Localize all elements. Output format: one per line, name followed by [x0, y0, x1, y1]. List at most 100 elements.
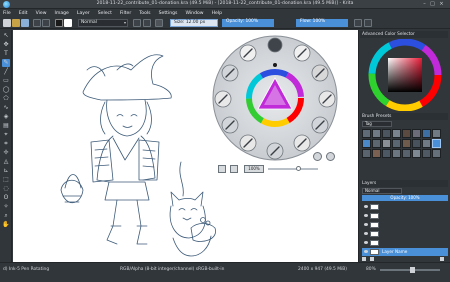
zoom-level-label[interactable]: 100%	[244, 165, 264, 173]
pan-tool-icon[interactable]: ✋	[2, 221, 10, 229]
opacity-slider[interactable]: Opacity: 100%	[222, 19, 274, 27]
magic-wand-tool-icon[interactable]: ✧	[2, 203, 10, 211]
layer-row[interactable]	[362, 203, 448, 211]
text-tool-icon[interactable]: T	[2, 50, 10, 58]
brush-preset[interactable]	[372, 149, 381, 158]
layer-row[interactable]	[362, 212, 448, 220]
menu-image[interactable]: Image	[55, 11, 69, 16]
brush-preset[interactable]	[422, 129, 431, 138]
rect-select-tool-icon[interactable]: ⬚	[2, 176, 10, 184]
redo-icon[interactable]	[42, 19, 50, 27]
ellipse-tool-icon[interactable]: ◯	[2, 86, 10, 94]
maximize-icon[interactable]: □	[430, 2, 435, 7]
eye-icon[interactable]	[364, 241, 368, 244]
menu-edit[interactable]: Edit	[19, 11, 28, 16]
flow-slider[interactable]: Flow: 100%	[296, 19, 348, 27]
brush-preset[interactable]	[382, 139, 391, 148]
advanced-color-selector[interactable]	[362, 39, 448, 111]
background-color-swatch[interactable]	[64, 19, 72, 27]
rotate-canvas-icon[interactable]	[218, 165, 226, 173]
delete-layer-icon[interactable]	[440, 257, 444, 261]
layer-row[interactable]	[362, 239, 448, 247]
brush-preset[interactable]	[362, 149, 371, 158]
layer-row[interactable]	[362, 230, 448, 238]
brush-preset[interactable]	[392, 129, 401, 138]
menu-file[interactable]: File	[3, 11, 11, 16]
brush-preset-thumbnail[interactable]	[155, 19, 163, 27]
select-tool-icon[interactable]: ↖	[2, 32, 10, 40]
foreground-color-swatch[interactable]	[55, 19, 63, 27]
menu-tools[interactable]: Tools	[139, 11, 150, 16]
brush-preset[interactable]	[392, 139, 401, 148]
mirror-vertical-icon[interactable]	[364, 19, 372, 27]
eraser-mode-icon[interactable]	[133, 19, 141, 27]
lasso-tool-icon[interactable]: ʘ	[2, 194, 10, 202]
transform-tool-icon[interactable]: ✥	[2, 41, 10, 49]
popup-palette[interactable]	[210, 33, 340, 163]
zoom-tool-icon[interactable]: ⌕	[2, 212, 10, 220]
preserve-alpha-icon[interactable]	[143, 19, 151, 27]
menu-filter[interactable]: Filter	[120, 11, 131, 16]
menu-settings[interactable]: Settings	[159, 11, 178, 16]
brush-preset[interactable]	[372, 129, 381, 138]
new-document-icon[interactable]	[3, 19, 11, 27]
layer-row[interactable]	[362, 221, 448, 229]
brush-preset[interactable]	[392, 149, 401, 158]
eye-icon[interactable]	[364, 214, 368, 217]
line-tool-icon[interactable]: ╱	[2, 68, 10, 76]
brush-preset[interactable]	[412, 129, 421, 138]
menu-window[interactable]: Window	[185, 11, 203, 16]
color-picker-tool-icon[interactable]: ⌖	[2, 131, 10, 139]
close-icon[interactable]: ×	[439, 2, 444, 7]
brush-preset[interactable]	[402, 149, 411, 158]
crop-tool-icon[interactable]: ⌗	[2, 140, 10, 148]
menu-select[interactable]: Select	[98, 11, 112, 16]
brush-preset[interactable]	[432, 149, 441, 158]
menu-help[interactable]: Help	[212, 11, 222, 16]
layer-opacity-slider[interactable]: Opacity: 100%	[362, 195, 448, 201]
brush-size-slider[interactable]: Size: 12.00 px	[170, 19, 218, 27]
save-document-icon[interactable]	[21, 19, 29, 27]
background-swatch-circle[interactable]	[326, 152, 335, 161]
assistant-tool-icon[interactable]: ◬	[2, 158, 10, 166]
brush-preset[interactable]	[412, 139, 421, 148]
ellipse-select-tool-icon[interactable]: ◌	[2, 185, 10, 193]
brush-preset[interactable]	[372, 139, 381, 148]
open-document-icon[interactable]	[12, 19, 20, 27]
brush-preset[interactable]	[362, 129, 371, 138]
zoom-slider-handle[interactable]	[296, 166, 301, 171]
eye-icon[interactable]	[364, 223, 368, 226]
measure-tool-icon[interactable]: ⊾	[2, 167, 10, 175]
zoom-slider-status-handle[interactable]	[410, 267, 415, 273]
mirror-horizontal-icon[interactable]	[354, 19, 362, 27]
brush-preset[interactable]	[412, 149, 421, 158]
menu-layer[interactable]: Layer	[77, 11, 90, 16]
foreground-swatch-circle[interactable]	[313, 152, 322, 161]
brush-preset[interactable]	[382, 149, 391, 158]
brush-preset-selected[interactable]	[432, 139, 441, 148]
brush-preset[interactable]	[432, 129, 441, 138]
layer-row-selected[interactable]: Layer Name	[362, 248, 448, 256]
layer-blend-select[interactable]: Normal	[362, 188, 402, 194]
brush-preset[interactable]	[422, 149, 431, 158]
eye-icon[interactable]	[364, 232, 368, 235]
eye-icon[interactable]	[364, 205, 368, 208]
brush-preset[interactable]	[402, 139, 411, 148]
brush-preset[interactable]	[422, 139, 431, 148]
eye-icon[interactable]	[364, 250, 368, 253]
brush-preset[interactable]	[362, 139, 371, 148]
add-layer-icon[interactable]	[362, 257, 366, 261]
brush-preset[interactable]	[382, 129, 391, 138]
zoom-percent-label[interactable]: 80%	[366, 267, 376, 272]
brush-preset[interactable]	[402, 129, 411, 138]
freehand-brush-tool-icon[interactable]: ✎	[2, 59, 10, 67]
menu-view[interactable]: View	[36, 11, 47, 16]
duplicate-layer-icon[interactable]	[370, 257, 374, 261]
rectangle-tool-icon[interactable]: ▭	[2, 77, 10, 85]
bezier-tool-icon[interactable]: ∿	[2, 104, 10, 112]
fill-tool-icon[interactable]: ◈	[2, 113, 10, 121]
undo-icon[interactable]	[33, 19, 41, 27]
gradient-tool-icon[interactable]: ▤	[2, 122, 10, 130]
polygon-tool-icon[interactable]: ⬠	[2, 95, 10, 103]
blend-mode-select[interactable]: Normal ▾	[78, 19, 128, 27]
